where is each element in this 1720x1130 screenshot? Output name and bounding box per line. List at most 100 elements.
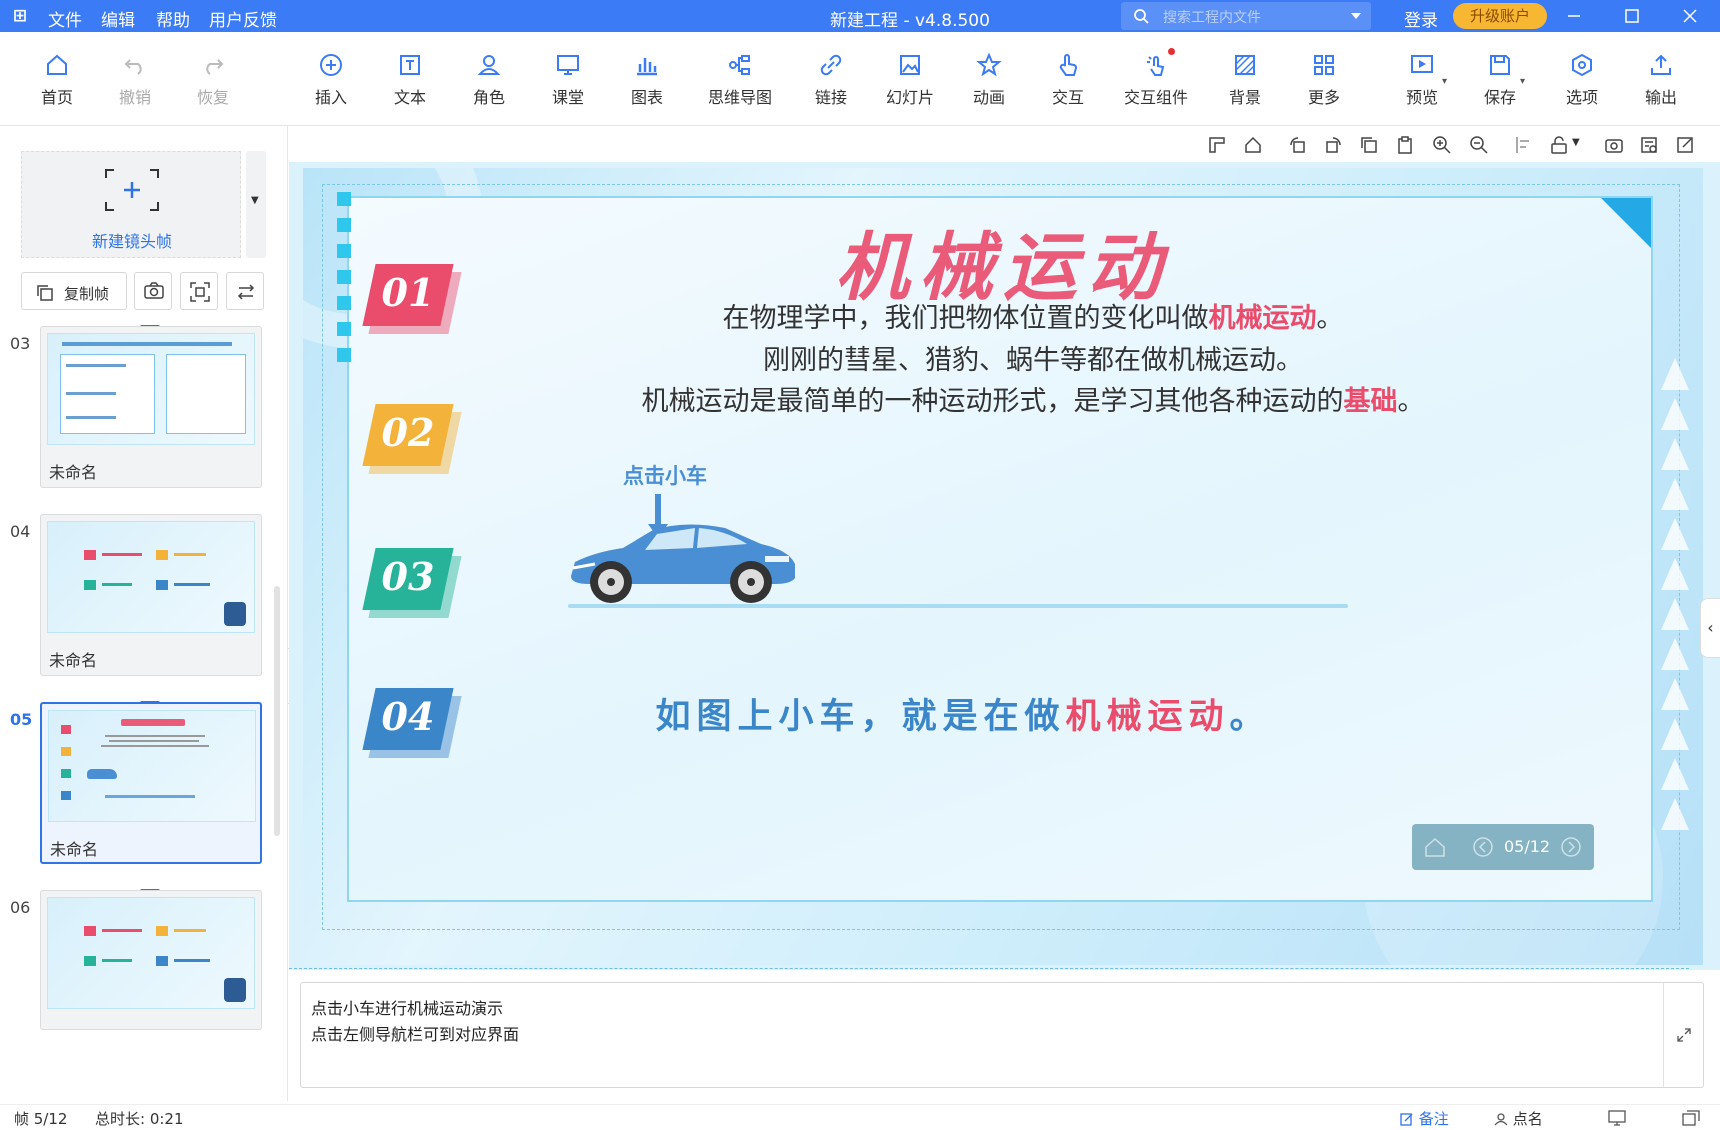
chart-label: 图表 <box>630 88 663 107</box>
search-input[interactable]: 搜索工程内文件 <box>1121 2 1371 30</box>
thumbnail-caption: 未命名 <box>49 651 98 670</box>
options-button[interactable]: 选项 <box>1546 52 1618 108</box>
insert-button[interactable]: 插入 <box>295 52 367 108</box>
fit-frame-button[interactable] <box>180 272 218 310</box>
thumbnail-frame-03[interactable]: 未命名 <box>40 326 262 488</box>
close-button[interactable] <box>1670 2 1710 30</box>
next-icon[interactable] <box>1560 836 1582 858</box>
preview-dropdown-icon[interactable]: ▾ <box>1442 76 1447 87</box>
remarks-button[interactable]: 备注 <box>1400 1108 1449 1129</box>
rotate-right-icon[interactable] <box>1323 135 1343 155</box>
chart-button[interactable]: 图表 <box>611 52 683 108</box>
menu-help[interactable]: 帮助 <box>156 6 190 31</box>
redo-button[interactable]: 恢复 <box>177 52 249 108</box>
more-button[interactable]: 更多 <box>1288 52 1360 108</box>
interaction-button[interactable]: 交互 <box>1032 52 1104 108</box>
car-icon[interactable] <box>565 518 797 606</box>
grid-icon <box>1314 55 1334 75</box>
camera-button[interactable] <box>134 272 172 310</box>
snapshot-icon[interactable] <box>1604 135 1624 155</box>
role-button[interactable]: 角色 <box>453 52 525 108</box>
copy-icon <box>37 285 53 301</box>
thumbnail-frame-04[interactable]: 未命名 <box>40 514 262 676</box>
lock-icon[interactable] <box>1549 135 1569 155</box>
thumbnail-image <box>47 521 255 633</box>
text-button[interactable]: 文本 <box>374 52 446 108</box>
tag-04[interactable]: 04 <box>362 684 462 764</box>
slideshow-button[interactable]: 幻灯片 <box>874 52 946 108</box>
left-stripe <box>337 192 351 362</box>
tag-03[interactable]: 03 <box>362 544 462 624</box>
menu-file[interactable]: 文件 <box>48 6 82 31</box>
export-button[interactable]: 输出 <box>1625 52 1697 108</box>
home-icon[interactable] <box>1424 836 1446 858</box>
switch-frame-button[interactable] <box>226 272 264 310</box>
panel-scrollbar[interactable] <box>274 586 280 836</box>
lock-dropdown-icon[interactable]: ▼ <box>1572 137 1580 148</box>
title-bar: ⊞ 文件 编辑 帮助 用户反馈 新建工程 - v4.8.500 搜索工程内文件 … <box>0 0 1720 32</box>
zoom-out-icon[interactable] <box>1469 135 1489 155</box>
settings-panel-icon[interactable] <box>1639 135 1659 155</box>
pointer-hand-icon <box>1059 54 1077 76</box>
expand-notes-button[interactable] <box>1663 983 1703 1087</box>
copy-frame-button[interactable]: 复制帧 <box>21 272 127 310</box>
paste-icon[interactable] <box>1395 135 1415 155</box>
align-left-icon[interactable] <box>1514 135 1534 155</box>
prev-icon[interactable] <box>1472 836 1494 858</box>
screen-icon[interactable] <box>1608 1110 1626 1126</box>
home-button[interactable]: 首页 <box>21 52 93 108</box>
board-icon <box>557 55 579 75</box>
thumbnail-frame-05[interactable]: 未命名 <box>40 702 262 864</box>
maximize-button[interactable] <box>1612 2 1652 30</box>
new-frame-button[interactable]: 新建镜头帧 <box>21 151 241 258</box>
search-icon <box>1134 9 1149 24</box>
animation-button[interactable]: 动画 <box>953 52 1025 108</box>
thumbnail-number: 06 <box>10 898 31 917</box>
notes-area[interactable]: 点击小车进行机械运动演示 点击左侧导航栏可到对应界面 <box>300 982 1704 1088</box>
home-view-icon[interactable] <box>1243 135 1263 155</box>
minimize-button[interactable] <box>1554 2 1594 30</box>
frame-counter: 帧 5/12 <box>14 1110 68 1128</box>
save-dropdown-icon[interactable]: ▾ <box>1520 76 1525 87</box>
background-button[interactable]: 背景 <box>1209 52 1281 108</box>
zoom-in-icon[interactable] <box>1432 135 1452 155</box>
picture-icon <box>900 55 920 75</box>
swap-icon <box>237 284 255 300</box>
chevron-down-icon: ▼ <box>251 195 259 206</box>
main-toolbar: 首页 撤销 恢复 插入 文本 角色 课堂 图表 思维导图 链接 幻灯片 动画 交… <box>0 32 1720 126</box>
slide-canvas[interactable]: 01 02 03 04 机械运动 在物理学中，我们把物体位置的变化叫做机械运动。… <box>303 168 1703 965</box>
ruler-icon[interactable] <box>1207 135 1227 155</box>
tag-04-label: 04 <box>381 694 435 739</box>
rotate-left-icon[interactable] <box>1288 135 1308 155</box>
login-button[interactable]: 登录 <box>1404 6 1438 31</box>
new-frame-dropdown[interactable]: ▼ <box>246 151 266 258</box>
save-button[interactable]: 保存 <box>1464 52 1536 108</box>
app-logo-icon: ⊞ <box>12 6 28 26</box>
focus-frame-icon <box>190 282 210 302</box>
undo-label: 撤销 <box>118 88 151 107</box>
rollcall-button[interactable]: 点名 <box>1494 1108 1543 1129</box>
corner-triangle <box>1601 198 1651 248</box>
mindmap-button[interactable]: 思维导图 <box>700 52 780 108</box>
collapse-right-panel-button[interactable]: ‹ <box>1700 598 1720 658</box>
undo-icon <box>124 59 142 75</box>
upgrade-button[interactable]: 升级账户 <box>1453 3 1547 29</box>
background-label: 背景 <box>1228 88 1261 107</box>
preview-button[interactable]: 预览 <box>1386 52 1458 108</box>
chevron-down-icon[interactable] <box>1351 13 1361 19</box>
redo-label: 恢复 <box>196 88 229 107</box>
copy-icon[interactable] <box>1359 135 1379 155</box>
edit-icon[interactable] <box>1675 135 1695 155</box>
undo-button[interactable]: 撤销 <box>99 52 171 108</box>
classroom-button[interactable]: 课堂 <box>532 52 604 108</box>
slide-pager[interactable]: 05/12 <box>1412 824 1594 870</box>
interactive-widget-button[interactable]: 交互组件 <box>1116 48 1196 108</box>
menu-edit[interactable]: 编辑 <box>101 6 135 31</box>
thumbnail-frame-06[interactable] <box>40 890 262 1030</box>
menu-feedback[interactable]: 用户反馈 <box>209 6 277 31</box>
right-arrow-decoration <box>1661 358 1689 830</box>
link-button[interactable]: 链接 <box>795 52 867 108</box>
canvas-stage[interactable]: 01 02 03 04 机械运动 在物理学中，我们把物体位置的变化叫做机械运动。… <box>289 162 1720 970</box>
window-icon[interactable] <box>1682 1110 1700 1126</box>
notes-line-1: 点击小车进行机械运动演示 <box>311 999 504 1018</box>
